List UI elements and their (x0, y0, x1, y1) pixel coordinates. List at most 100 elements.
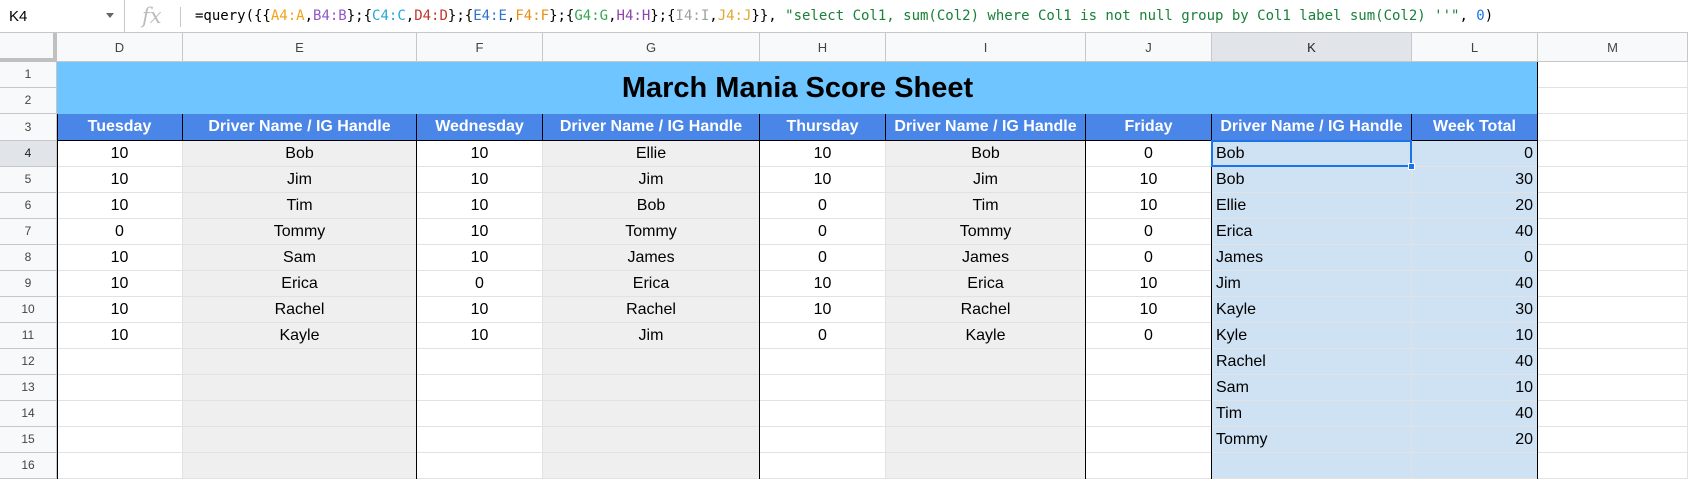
column-header-m[interactable]: M (1538, 33, 1688, 62)
cell-m12[interactable] (1538, 349, 1688, 375)
column-header-j[interactable]: J (1086, 33, 1212, 62)
cell-h16[interactable] (760, 453, 886, 479)
column-header-g[interactable]: G (543, 33, 760, 62)
cell-l16[interactable] (1412, 453, 1538, 479)
cell-l13[interactable]: 10 (1412, 375, 1538, 401)
cell-j14[interactable] (1086, 401, 1212, 427)
cell-i15[interactable] (886, 427, 1086, 453)
cell-m5[interactable] (1538, 167, 1688, 193)
cell-e8[interactable]: Sam (183, 245, 417, 271)
cell-l9[interactable]: 40 (1412, 271, 1538, 297)
cell-m13[interactable] (1538, 375, 1688, 401)
cell-i4[interactable]: Bob (886, 141, 1086, 167)
column-header-e[interactable]: E (183, 33, 417, 62)
cell-j16[interactable] (1086, 453, 1212, 479)
fill-handle[interactable] (1408, 163, 1415, 170)
cell-f16[interactable] (417, 453, 543, 479)
column-header-h[interactable]: H (760, 33, 886, 62)
cell-l8[interactable]: 0 (1412, 245, 1538, 271)
row-header-2[interactable]: 2 (0, 88, 57, 114)
cell-g12[interactable] (543, 349, 760, 375)
cell-d4[interactable]: 10 (57, 141, 183, 167)
cell-h13[interactable] (760, 375, 886, 401)
row-header-7[interactable]: 7 (0, 219, 57, 245)
chevron-down-icon[interactable] (106, 13, 114, 18)
cell-j10[interactable]: 10 (1086, 297, 1212, 323)
row-header-3[interactable]: 3 (0, 114, 57, 141)
cell-h5[interactable]: 10 (760, 167, 886, 193)
cell-k4[interactable]: Bob (1212, 141, 1412, 167)
cell-l14[interactable]: 40 (1412, 401, 1538, 427)
cell-h4[interactable]: 10 (760, 141, 886, 167)
cell-f11[interactable]: 10 (417, 323, 543, 349)
cell-h7[interactable]: 0 (760, 219, 886, 245)
cell-m16[interactable] (1538, 453, 1688, 479)
cell-f15[interactable] (417, 427, 543, 453)
cell-k16[interactable] (1212, 453, 1412, 479)
cell-g13[interactable] (543, 375, 760, 401)
cell-m8[interactable] (1538, 245, 1688, 271)
cell-j7[interactable]: 0 (1086, 219, 1212, 245)
cell-g15[interactable] (543, 427, 760, 453)
cell-k5[interactable]: Bob (1212, 167, 1412, 193)
cell-i10[interactable]: Rachel (886, 297, 1086, 323)
cell-m9[interactable] (1538, 271, 1688, 297)
row-header-14[interactable]: 14 (0, 401, 57, 427)
cell-i5[interactable]: Jim (886, 167, 1086, 193)
header-cell-i[interactable]: Driver Name / IG Handle (886, 114, 1086, 141)
cell-e6[interactable]: Tim (183, 193, 417, 219)
name-box[interactable]: K4 (0, 0, 125, 33)
cell-l11[interactable]: 10 (1412, 323, 1538, 349)
cell-k8[interactable]: James (1212, 245, 1412, 271)
cell-k10[interactable]: Kayle (1212, 297, 1412, 323)
cell-e14[interactable] (183, 401, 417, 427)
cell-l12[interactable]: 40 (1412, 349, 1538, 375)
cell-g9[interactable]: Erica (543, 271, 760, 297)
cell-d8[interactable]: 10 (57, 245, 183, 271)
cell-d6[interactable]: 10 (57, 193, 183, 219)
cell-k6[interactable]: Ellie (1212, 193, 1412, 219)
cell-m4[interactable] (1538, 141, 1688, 167)
cell-h10[interactable]: 10 (760, 297, 886, 323)
cell-f10[interactable]: 10 (417, 297, 543, 323)
cell-d15[interactable] (57, 427, 183, 453)
header-cell-h[interactable]: Thursday (760, 114, 886, 141)
row-header-12[interactable]: 12 (0, 349, 57, 375)
row-header-11[interactable]: 11 (0, 323, 57, 349)
cell-f13[interactable] (417, 375, 543, 401)
cell-d11[interactable]: 10 (57, 323, 183, 349)
cell-e11[interactable]: Kayle (183, 323, 417, 349)
cell-l4[interactable]: 0 (1412, 141, 1538, 167)
cell-f4[interactable]: 10 (417, 141, 543, 167)
cell-e13[interactable] (183, 375, 417, 401)
row-header-15[interactable]: 15 (0, 427, 57, 453)
cell-l10[interactable]: 30 (1412, 297, 1538, 323)
column-header-d[interactable]: D (57, 33, 183, 62)
header-cell-k[interactable]: Driver Name / IG Handle (1212, 114, 1412, 141)
cell-j11[interactable]: 0 (1086, 323, 1212, 349)
cell-d16[interactable] (57, 453, 183, 479)
row-header-5[interactable]: 5 (0, 167, 57, 193)
cell-h14[interactable] (760, 401, 886, 427)
cell-e16[interactable] (183, 453, 417, 479)
cell-e5[interactable]: Jim (183, 167, 417, 193)
cell-j15[interactable] (1086, 427, 1212, 453)
cell-g5[interactable]: Jim (543, 167, 760, 193)
cell-j5[interactable]: 10 (1086, 167, 1212, 193)
column-header-k[interactable]: K (1212, 33, 1412, 62)
cell-e4[interactable]: Bob (183, 141, 417, 167)
cell-l15[interactable]: 20 (1412, 427, 1538, 453)
cell-f8[interactable]: 10 (417, 245, 543, 271)
cell-j8[interactable]: 0 (1086, 245, 1212, 271)
cell-d5[interactable]: 10 (57, 167, 183, 193)
cell-h6[interactable]: 0 (760, 193, 886, 219)
cell-i7[interactable]: Tommy (886, 219, 1086, 245)
cell-f6[interactable]: 10 (417, 193, 543, 219)
cell-i13[interactable] (886, 375, 1086, 401)
cell-g6[interactable]: Bob (543, 193, 760, 219)
cell-i14[interactable] (886, 401, 1086, 427)
cell-h12[interactable] (760, 349, 886, 375)
cell-i11[interactable]: Kayle (886, 323, 1086, 349)
cell-f14[interactable] (417, 401, 543, 427)
cell-g10[interactable]: Rachel (543, 297, 760, 323)
